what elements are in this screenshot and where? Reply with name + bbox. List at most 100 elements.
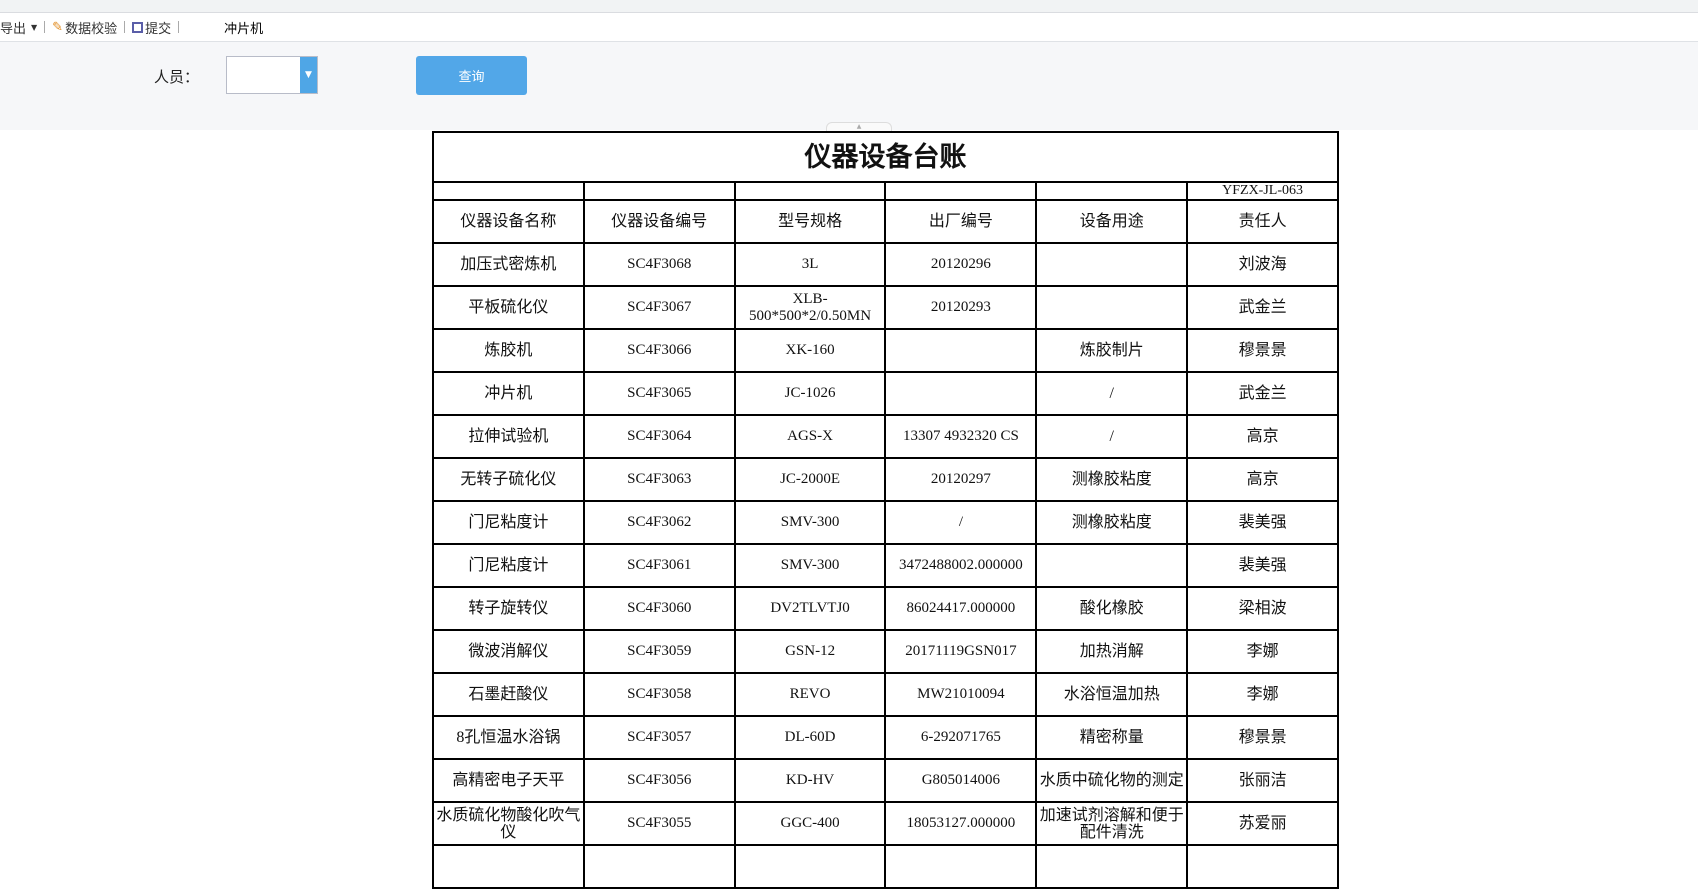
column-header: 责任人 — [1186, 199, 1339, 244]
empty-cell — [582, 181, 736, 201]
report-title: 仪器设备台账 — [432, 131, 1339, 183]
table-cell: 炼胶制片 — [1035, 328, 1189, 373]
table-cell: 转子旋转仪 — [432, 586, 585, 631]
table-cell: 20171119GSN017 — [884, 629, 1038, 674]
table-cell: 高京 — [1186, 414, 1339, 459]
column-header: 仪器设备名称 — [432, 199, 585, 244]
current-report-label: 冲片机 — [224, 21, 264, 37]
table-cell: 张丽洁 — [1186, 758, 1339, 803]
table-row: 8孔恒温水浴锅 SC4F3057 DL-60D 6-292071765 精密称量 穆景景 — [432, 715, 1339, 760]
table-cell: SMV-300 — [733, 500, 887, 545]
query-button[interactable]: 查询 — [416, 56, 527, 95]
person-label: 人员： — [154, 68, 200, 86]
table-cell: SC4F3058 — [582, 672, 736, 717]
divider — [44, 21, 46, 33]
table-cell: SC4F3068 — [582, 242, 736, 287]
table-cell — [884, 328, 1038, 373]
table-cell: 李娜 — [1186, 672, 1339, 717]
browser-strip — [0, 0, 1698, 13]
table-cell: 测橡胶粘度 — [1035, 457, 1189, 502]
save-icon — [132, 21, 144, 33]
table-cell: / — [1035, 414, 1189, 459]
table-cell: 穆景景 — [1186, 328, 1339, 373]
table-row: 加压式密炼机 SC4F3068 3L 20120296 刘波海 — [432, 242, 1339, 287]
table-row: 拉伸试验机 SC4F3064 AGS-X 13307 4932320 CS / 高京 — [432, 414, 1339, 459]
table-cell: 高京 — [1186, 457, 1339, 502]
table-cell — [884, 371, 1038, 416]
table-cell: 3L — [733, 242, 887, 287]
table-row: 门尼粘度计 SC4F3062 SMV-300/测橡胶粘度 裴美强 — [432, 500, 1339, 545]
table-cell — [884, 844, 1038, 889]
table-cell: XK-160 — [733, 328, 887, 373]
table-row: 高精密电子天平 SC4F3056 KD-HV G805014006 水质中硫化物的测定张… — [432, 758, 1339, 803]
table-row: 门尼粘度计 SC4F3061 SMV-300 3472488002.000000 裴美强 — [432, 543, 1339, 588]
table-cell — [1035, 844, 1189, 889]
table-cell: 水质中硫化物的测定 — [1035, 758, 1189, 803]
table-row: 冲片机 SC4F3065 JC-1026 /武金兰 — [432, 371, 1339, 416]
table-cell: SMV-300 — [733, 543, 887, 588]
empty-cell — [432, 181, 585, 201]
table-cell: 无转子硫化仪 — [432, 457, 585, 502]
table-cell: GSN-12 — [733, 629, 887, 674]
table-cell — [432, 844, 585, 889]
table-cell: 门尼粘度计 — [432, 500, 585, 545]
table-cell: SC4F3061 — [582, 543, 736, 588]
table-cell: 高精密电子天平 — [432, 758, 585, 803]
table-cell: 20120297 — [884, 457, 1038, 502]
table-cell: SC4F3062 — [582, 500, 736, 545]
export-button[interactable]: 导出 ▼ — [0, 18, 37, 37]
table-row: 平板硫化仪 SC4F3067 XLB-500*500*2/0.50MN 2012029… — [432, 285, 1339, 330]
table-cell: 门尼粘度计 — [432, 543, 585, 588]
table-row — [432, 844, 1339, 889]
table-cell: DV2TLVTJ0 — [733, 586, 887, 631]
form-code: YFZX-JL-063 — [1186, 181, 1339, 201]
table-cell: 水浴恒温加热 — [1035, 672, 1189, 717]
table-cell: 精密称量 — [1035, 715, 1189, 760]
table-cell: 拉伸试验机 — [432, 414, 585, 459]
empty-cell — [884, 181, 1038, 201]
table-cell: 加速试剂溶解和便于配件清洗 — [1035, 801, 1189, 846]
table-cell: 冲片机 — [432, 371, 585, 416]
table-cell: 8孔恒温水浴锅 — [432, 715, 585, 760]
table-cell: 梁相波 — [1186, 586, 1339, 631]
table-cell: 李娜 — [1186, 629, 1339, 674]
table-cell: 测橡胶粘度 — [1035, 500, 1189, 545]
table-cell — [1035, 543, 1189, 588]
chevron-down-icon[interactable]: ▼ — [300, 57, 317, 93]
validate-button[interactable]: ✎ 数据校验 — [52, 18, 117, 37]
table-cell: G805014006 — [884, 758, 1038, 803]
pencil-icon: ✎ — [52, 19, 64, 35]
table-cell: MW21010094 — [884, 672, 1038, 717]
table-cell: 穆景景 — [1186, 715, 1339, 760]
table-cell: 6-292071765 — [884, 715, 1038, 760]
table-cell: 裴美强 — [1186, 543, 1339, 588]
collapse-handle[interactable]: ▲ — [826, 122, 892, 131]
table-cell: XLB-500*500*2/0.50MN — [733, 285, 887, 330]
table-cell: 加热消解 — [1035, 629, 1189, 674]
table-cell: 武金兰 — [1186, 371, 1339, 416]
submit-button[interactable]: 提交 — [132, 18, 171, 37]
empty-cell — [733, 181, 887, 201]
table-cell: 加压式密炼机 — [432, 242, 585, 287]
person-select[interactable]: ▼ — [226, 56, 318, 94]
empty-cell — [1035, 181, 1189, 201]
table-cell — [582, 844, 736, 889]
table-cell: SC4F3059 — [582, 629, 736, 674]
table-row: 微波消解仪 SC4F3059 GSN-12 20171119GSN017 加热消解 李娜 — [432, 629, 1339, 674]
table-cell: 86024417.000000 — [884, 586, 1038, 631]
table-cell: 13307 4932320 CS — [884, 414, 1038, 459]
table-cell: SC4F3066 — [582, 328, 736, 373]
table-cell: SC4F3065 — [582, 371, 736, 416]
table-cell: JC-1026 — [733, 371, 887, 416]
table-cell — [1035, 242, 1189, 287]
table-row: 炼胶机 SC4F3066 XK-160 炼胶制片 穆景景 — [432, 328, 1339, 373]
table-cell: GGC-400 — [733, 801, 887, 846]
validate-label: 数据校验 — [65, 21, 118, 37]
table-cell: SC4F3063 — [582, 457, 736, 502]
table-cell: SC4F3064 — [582, 414, 736, 459]
table-cell: KD-HV — [733, 758, 887, 803]
table-cell: 炼胶机 — [432, 328, 585, 373]
column-header: 仪器设备编号 — [582, 199, 736, 244]
table-cell: 石墨赶酸仪 — [432, 672, 585, 717]
divider — [124, 21, 126, 33]
